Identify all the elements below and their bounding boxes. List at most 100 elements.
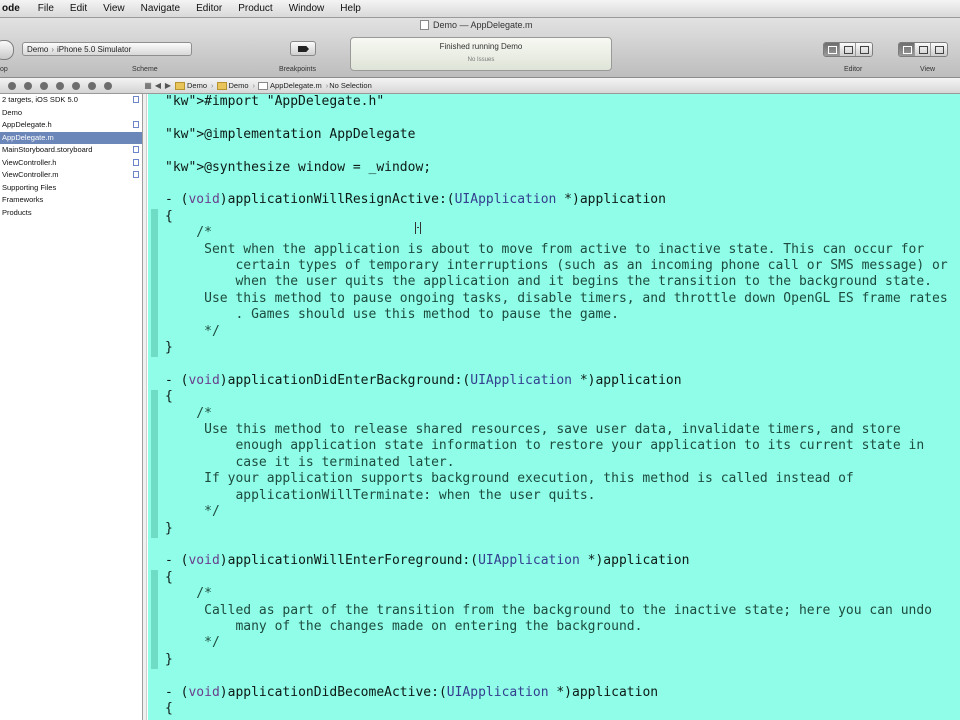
project-navigator-icon[interactable] — [8, 81, 16, 90]
code-line[interactable]: "kw">#import "AppDelegate.h" — [165, 94, 948, 110]
code-line[interactable]: /* — [165, 406, 948, 422]
related-items-icon[interactable]: ▦ — [143, 81, 153, 90]
code-line[interactable]: "kw">@synthesize window = _window; — [165, 160, 948, 176]
code-line[interactable]: many of the changes made on entering the… — [165, 619, 948, 635]
code-line[interactable]: certain types of temporary interruptions… — [165, 258, 947, 274]
navigator-item[interactable]: Products — [0, 207, 142, 220]
navigator-item-label: Supporting Files — [2, 182, 57, 192]
code-line[interactable]: /* — [165, 586, 948, 602]
navigator-item[interactable]: ViewController.m — [0, 169, 142, 182]
window-title-text: Demo — AppDelegate.m — [433, 20, 533, 30]
code-line[interactable]: - (void)applicationDidBecomeActive:(UIAp… — [165, 685, 948, 701]
log-navigator-icon[interactable] — [104, 81, 112, 90]
editor-mode-control[interactable] — [823, 42, 873, 57]
navigator-item-label: MainStoryboard.storyboard — [2, 145, 93, 154]
scheme-project: Demo — [27, 44, 49, 54]
utilities-toggle-icon[interactable] — [931, 43, 947, 56]
menu-help[interactable]: Help — [332, 3, 369, 14]
navigator-item[interactable]: 2 targets, iOS SDK 5.0 — [0, 94, 142, 107]
project-navigator: 2 targets, iOS SDK 5.0 Demo AppDelegate.h A… — [0, 94, 143, 720]
jumpbar-crumb-file[interactable]: AppDelegate.m — [256, 81, 325, 90]
standard-editor-icon[interactable] — [824, 43, 840, 56]
ibeam-cursor-icon — [415, 222, 421, 234]
editor-gutter[interactable] — [143, 94, 147, 720]
jumpbar-crumb-project[interactable]: Demo — [173, 81, 210, 90]
code-line[interactable]: applicationWillTerminate: when the user … — [165, 488, 948, 504]
view-toggle-control[interactable] — [898, 42, 948, 57]
code-line[interactable] — [165, 176, 948, 192]
code-line[interactable]: */ — [165, 324, 948, 340]
code-line[interactable]: - (void)applicationWillEnterForeground:(… — [165, 553, 948, 569]
code-line[interactable]: */ — [165, 504, 948, 520]
code-line[interactable]: } — [165, 652, 948, 668]
menu-file[interactable]: File — [30, 3, 62, 14]
menu-editor[interactable]: Editor — [188, 3, 230, 14]
code-line[interactable] — [165, 537, 948, 553]
code-line[interactable]: { — [165, 209, 948, 225]
navigator-item[interactable]: AppDelegate.h — [0, 119, 142, 132]
code-line[interactable]: /* — [165, 225, 948, 241]
navigator-item[interactable]: AppDelegate.m — [0, 131, 142, 144]
code-line[interactable] — [165, 668, 948, 684]
code-line[interactable]: If your application supports background … — [165, 471, 948, 487]
code-line[interactable]: { — [165, 570, 948, 586]
code-line[interactable]: Sent when the application is about to mo… — [165, 242, 948, 258]
code-area[interactable]: "kw">#import "AppDelegate.h" "kw">@implem… — [148, 94, 960, 720]
navigator-item[interactable]: Frameworks — [0, 194, 142, 207]
view-label: View — [920, 66, 936, 73]
navigator-item[interactable]: Supporting Files — [0, 182, 142, 195]
code-line[interactable]: Use this method to release shared resour… — [165, 422, 948, 438]
navigator-item-label: Frameworks — [2, 195, 44, 204]
code-fold-ribbon[interactable] — [151, 390, 158, 538]
code-line[interactable]: } — [165, 340, 948, 356]
assistant-editor-icon[interactable] — [840, 43, 856, 56]
scheme-separator-icon: › — [51, 44, 55, 54]
navigator-toggle-icon[interactable] — [899, 43, 915, 56]
code-line[interactable]: case it is terminated later. — [165, 455, 948, 471]
code-line[interactable]: "kw">@implementation AppDelegate — [165, 127, 948, 143]
code-fold-ribbon[interactable] — [151, 209, 158, 357]
menu-navigate[interactable]: Navigate — [133, 3, 188, 14]
menu-view[interactable]: View — [95, 3, 133, 14]
code-fold-ribbon[interactable] — [151, 570, 158, 669]
back-arrow-icon[interactable]: ◀ — [153, 81, 163, 90]
scheme-selector[interactable]: Demo › iPhone 5.0 Simulator — [22, 42, 192, 56]
navigator-item-label: 2 targets, iOS SDK 5.0 — [2, 95, 78, 104]
code-line[interactable] — [165, 110, 948, 126]
menu-window[interactable]: Window — [281, 3, 333, 14]
breakpoints-button[interactable] — [290, 41, 316, 56]
navigator-item-label: ViewController.h — [2, 157, 57, 167]
code-line[interactable]: */ — [165, 635, 948, 651]
code-line[interactable]: when the user quits the application and … — [165, 274, 948, 290]
code-line[interactable] — [165, 143, 948, 159]
code-line[interactable]: . Games should use this method to pause … — [165, 307, 948, 323]
navigator-item[interactable]: ViewController.h — [0, 157, 142, 170]
debug-navigator-icon[interactable] — [72, 81, 80, 90]
code-line[interactable]: { — [165, 701, 948, 717]
code-line[interactable]: - (void)applicationWillResignActive:(UIA… — [165, 192, 948, 208]
code-line[interactable] — [165, 356, 948, 372]
menu-edit[interactable]: Edit — [62, 3, 95, 14]
jumpbar-crumb-group[interactable]: Demo — [215, 81, 252, 90]
code-line[interactable]: - (void)applicationDidEnterBackground:(U… — [165, 373, 948, 389]
jumpbar-selection[interactable]: No Selection — [329, 81, 372, 90]
menu-app-name[interactable]: ode — [0, 3, 30, 14]
version-editor-icon[interactable] — [856, 43, 872, 56]
issue-navigator-icon[interactable] — [56, 81, 64, 90]
navigator-item[interactable]: MainStoryboard.storyboard — [0, 144, 142, 157]
debug-area-toggle-icon[interactable] — [915, 43, 931, 56]
code-line[interactable]: Called as part of the transition from th… — [165, 603, 948, 619]
code-line[interactable]: enough application state information to … — [165, 438, 948, 454]
code-line[interactable]: { — [165, 389, 948, 405]
code-line[interactable]: Use this method to pause ongoing tasks, … — [165, 291, 948, 307]
file-marker-icon — [133, 146, 139, 153]
forward-arrow-icon[interactable]: ▶ — [163, 81, 173, 90]
code-line[interactable]: } — [165, 521, 948, 537]
menu-product[interactable]: Product — [230, 3, 280, 14]
search-navigator-icon[interactable] — [40, 81, 48, 90]
source-code[interactable]: "kw">#import "AppDelegate.h" "kw">@implem… — [165, 94, 948, 717]
navigator-item[interactable]: Demo — [0, 107, 142, 120]
breakpoint-navigator-icon[interactable] — [88, 81, 96, 90]
stop-button[interactable] — [0, 40, 14, 60]
symbol-navigator-icon[interactable] — [24, 81, 32, 90]
